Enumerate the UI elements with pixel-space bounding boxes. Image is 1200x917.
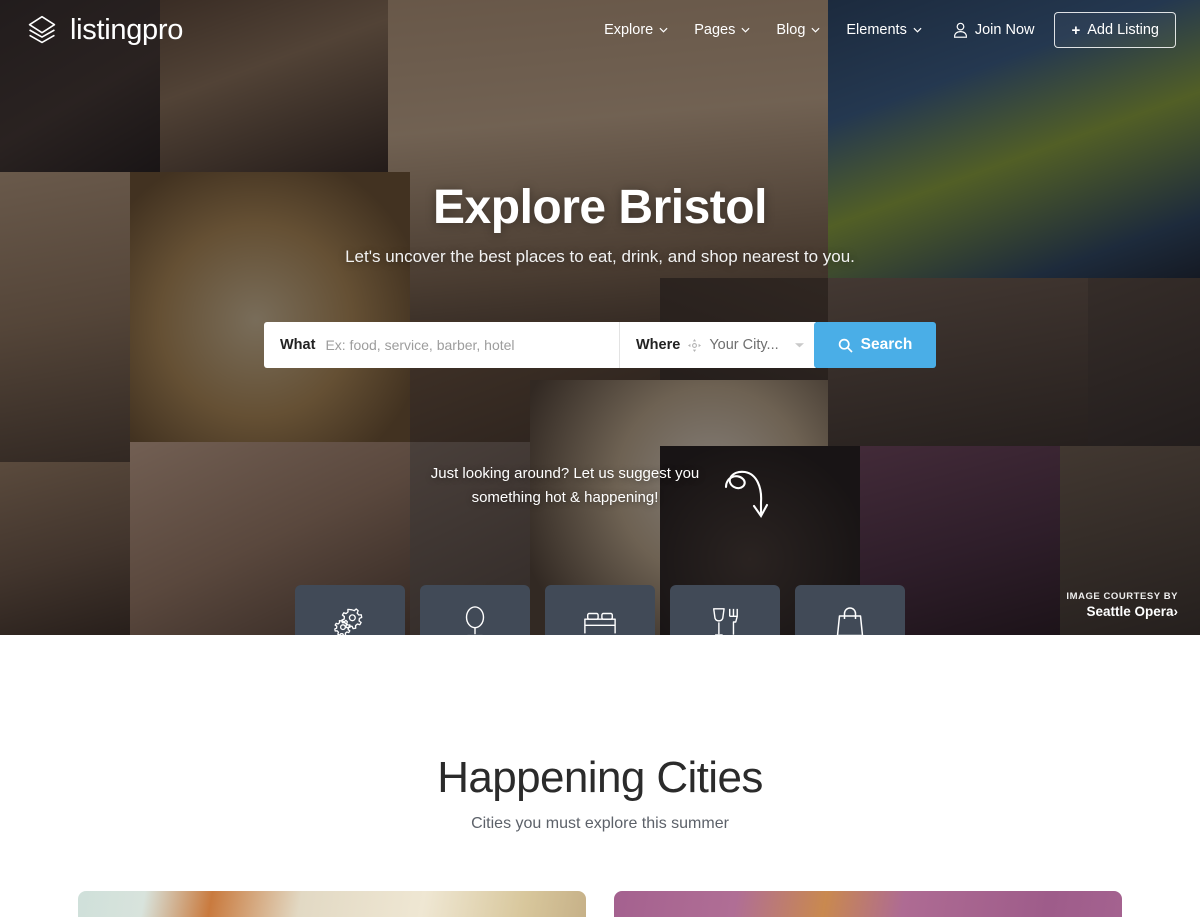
add-listing-label: Add Listing <box>1087 22 1159 38</box>
curved-arrow-down-icon <box>725 470 769 518</box>
city-card[interactable] <box>614 891 1122 917</box>
chevron-down-icon <box>913 27 922 33</box>
what-label: What <box>280 337 316 353</box>
page-title: Explore Bristol <box>433 181 767 234</box>
nav-item-pages[interactable]: Pages <box>681 16 763 44</box>
section-subtitle: Cities you must explore this summer <box>471 815 729 832</box>
nav-label: Blog <box>776 22 806 38</box>
search-fields: What Where Your City... <box>264 322 816 368</box>
logo[interactable]: listingpro <box>24 14 183 47</box>
chevron-down-icon[interactable] <box>795 342 804 348</box>
chevron-down-icon <box>741 27 750 33</box>
site-header: listingpro Explore Pages Blog Elements J… <box>0 0 1200 60</box>
search-where-field[interactable]: Where Your City... <box>620 322 816 368</box>
chevron-down-icon <box>659 27 668 33</box>
search-bar: What Where Your City... Search <box>264 322 936 368</box>
happening-cities-section: Happening Cities Cities you must explore… <box>0 635 1200 917</box>
nav-item-elements[interactable]: Elements <box>833 16 934 44</box>
chevron-down-icon <box>811 27 820 33</box>
join-now-button[interactable]: Join Now <box>941 16 1047 44</box>
nav-label: Elements <box>846 22 907 38</box>
bed-icon <box>584 612 616 633</box>
where-label: Where <box>636 337 681 353</box>
nav-label: Explore <box>604 22 654 38</box>
nav-item-explore[interactable]: Explore <box>591 16 681 44</box>
category-hotels[interactable]: Hotels <box>545 585 655 635</box>
logo-text: listingpro <box>70 13 184 46</box>
suggestion-text: Just looking around? Let us suggest you … <box>431 462 700 511</box>
locate-crosshair-icon[interactable] <box>688 338 702 352</box>
hero-subtitle: Let's uncover the best places to eat, dr… <box>345 247 855 266</box>
city-card-grid <box>0 891 1200 917</box>
suggestion-prompt: Just looking around? Let us suggest you … <box>0 462 1200 522</box>
category-row: Automotive Beauty & Spa Hotels <box>0 585 1200 635</box>
search-input[interactable] <box>325 337 603 353</box>
search-icon <box>838 338 853 353</box>
shopping-bag-icon <box>836 606 864 635</box>
search-button-label: Search <box>860 336 913 353</box>
nav-item-blog[interactable]: Blog <box>763 16 833 44</box>
vanity-mirror-icon <box>465 605 485 635</box>
city-card[interactable] <box>78 891 586 917</box>
nav-label: Pages <box>694 22 736 38</box>
gears-icon <box>334 607 363 635</box>
layers-icon <box>24 14 60 46</box>
user-icon <box>953 22 967 38</box>
wine-glass-fork-icon <box>713 607 738 635</box>
category-shopping[interactable]: Shopping <box>795 585 905 635</box>
suggestion-line-1: Just looking around? Let us suggest you <box>430 465 700 482</box>
category-beauty-spa[interactable]: Beauty & Spa <box>420 585 530 635</box>
section-title: Happening Cities <box>437 753 763 802</box>
hero-section: listingpro Explore Pages Blog Elements J… <box>0 0 1200 635</box>
main-nav: Explore Pages Blog Elements Join Now + A… <box>591 12 1176 48</box>
search-button[interactable]: Search <box>814 322 936 368</box>
add-listing-button[interactable]: + Add Listing <box>1054 12 1176 48</box>
plus-icon: + <box>1071 21 1081 39</box>
city-select-value[interactable]: Your City... <box>709 337 787 353</box>
suggestion-line-2: something hot & happening! <box>471 489 659 507</box>
category-restaurant[interactable]: Restaurant <box>670 585 780 635</box>
join-now-label: Join Now <box>974 22 1035 38</box>
category-automotive[interactable]: Automotive <box>295 585 405 635</box>
search-what-field[interactable]: What <box>264 322 620 368</box>
